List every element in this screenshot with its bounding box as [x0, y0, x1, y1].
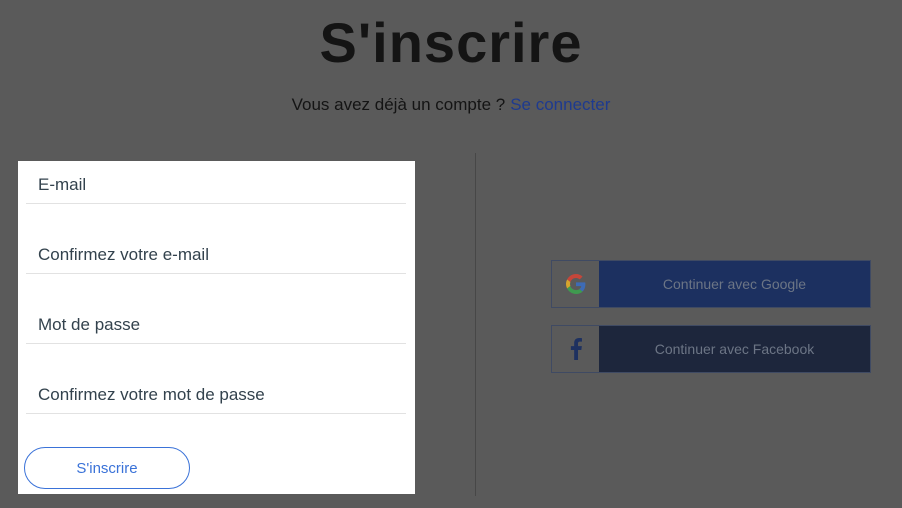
facebook-icon: [552, 326, 599, 372]
email-field-wrapper: [26, 161, 408, 204]
email-field[interactable]: [26, 173, 408, 197]
login-question: Vous avez déjà un compte ?: [291, 95, 506, 114]
confirm-password-field-wrapper: [26, 371, 408, 414]
confirm-email-field[interactable]: [26, 243, 408, 267]
password-field-wrapper: [26, 301, 408, 344]
google-login-label: Continuer avec Google: [599, 261, 870, 307]
confirm-password-field[interactable]: [26, 383, 408, 407]
signup-submit-button[interactable]: S'inscrire: [24, 447, 190, 489]
page-title: S'inscrire: [319, 11, 583, 74]
facebook-login-label: Continuer avec Facebook: [599, 326, 870, 372]
password-field[interactable]: [26, 313, 408, 337]
signup-form: S'inscrire: [18, 161, 415, 494]
login-prompt: Vous avez déjà un compte ? Se connecter: [0, 94, 902, 116]
login-link[interactable]: Se connecter: [510, 95, 610, 114]
google-icon: [552, 261, 599, 307]
vertical-divider: [475, 153, 476, 496]
facebook-login-button[interactable]: Continuer avec Facebook: [551, 325, 871, 373]
google-login-button[interactable]: Continuer avec Google: [551, 260, 871, 308]
confirm-email-field-wrapper: [26, 231, 408, 274]
